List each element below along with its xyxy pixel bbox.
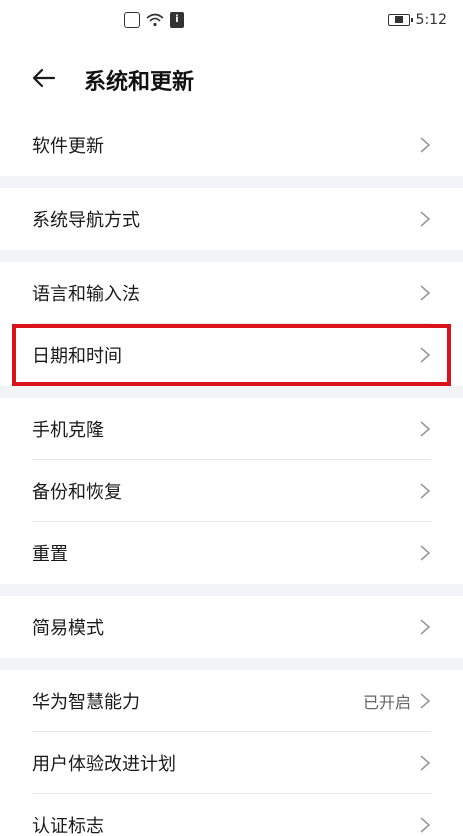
group-simple-mode: 简易模式 xyxy=(0,596,463,658)
item-date-time[interactable]: 日期和时间 xyxy=(12,324,451,386)
chevron-right-icon xyxy=(420,755,431,771)
group-language-time: 语言和输入法 日期和时间 xyxy=(0,262,463,386)
item-label: 语言和输入法 xyxy=(32,284,140,305)
arrow-left-icon xyxy=(32,68,56,88)
group-navigation: 系统导航方式 xyxy=(0,188,463,250)
chevron-right-icon xyxy=(420,483,431,499)
group-gap xyxy=(0,386,463,398)
status-time: 5:12 xyxy=(415,12,447,28)
chevron-right-icon xyxy=(420,619,431,635)
group-huawei: 华为智慧能力 已开启 用户体验改进计划 认证标志 xyxy=(0,670,463,836)
chevron-right-icon xyxy=(420,347,431,363)
status-value: 已开启 xyxy=(362,693,411,712)
chevron-right-icon xyxy=(420,693,431,709)
status-icons: i xyxy=(124,12,184,28)
item-label: 认证标志 xyxy=(32,816,104,836)
chevron-right-icon xyxy=(420,545,431,561)
item-label: 简易模式 xyxy=(32,618,104,639)
page-title: 系统和更新 xyxy=(84,70,195,95)
item-language-input[interactable]: 语言和输入法 xyxy=(0,262,463,324)
header: 系统和更新 xyxy=(0,48,463,108)
item-software-update[interactable]: 软件更新 xyxy=(0,114,463,176)
chevron-right-icon xyxy=(420,137,431,153)
item-label: 用户体验改进计划 xyxy=(32,754,176,775)
item-phone-clone[interactable]: 手机克隆 xyxy=(0,398,463,460)
item-certification[interactable]: 认证标志 xyxy=(0,794,463,836)
item-label: 软件更新 xyxy=(32,136,104,157)
chevron-right-icon xyxy=(420,211,431,227)
item-simple-mode[interactable]: 简易模式 xyxy=(0,596,463,658)
item-label: 系统导航方式 xyxy=(32,210,140,231)
back-button[interactable] xyxy=(28,62,60,94)
item-huawei-ability[interactable]: 华为智慧能力 已开启 xyxy=(0,670,463,732)
group-backup: 手机克隆 备份和恢复 重置 xyxy=(0,398,463,584)
item-label: 华为智慧能力 xyxy=(32,692,140,713)
item-reset[interactable]: 重置 xyxy=(0,522,463,584)
item-system-navigation[interactable]: 系统导航方式 xyxy=(0,188,463,250)
item-label: 手机克隆 xyxy=(32,420,104,441)
wifi-icon xyxy=(146,13,164,27)
group-gap xyxy=(0,250,463,262)
item-user-experience[interactable]: 用户体验改进计划 xyxy=(0,732,463,794)
chevron-right-icon xyxy=(420,285,431,301)
item-label: 日期和时间 xyxy=(32,346,122,367)
sim-icon xyxy=(124,12,140,28)
chevron-right-icon xyxy=(420,421,431,437)
item-backup-restore[interactable]: 备份和恢复 xyxy=(0,460,463,522)
settings-list: 软件更新 系统导航方式 语言和输入法 日期和时间 手机克隆 备份和恢复 重置 简… xyxy=(0,114,463,836)
notification-icon: i xyxy=(170,12,184,28)
group-software-update: 软件更新 xyxy=(0,114,463,176)
status-bar: i 5:12 xyxy=(0,0,463,44)
battery-icon xyxy=(387,14,413,26)
group-gap xyxy=(0,658,463,670)
group-gap xyxy=(0,176,463,188)
group-gap xyxy=(0,584,463,596)
status-right: 5:12 xyxy=(387,12,447,28)
item-label: 重置 xyxy=(32,544,68,565)
chevron-right-icon xyxy=(420,817,431,833)
item-label: 备份和恢复 xyxy=(32,482,122,503)
